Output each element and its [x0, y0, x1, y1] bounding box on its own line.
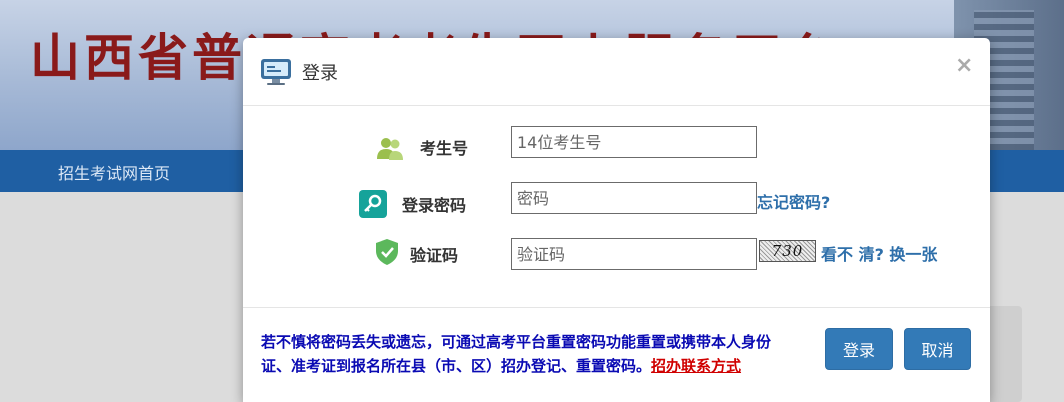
modal-header: 登录 × [243, 38, 990, 106]
captcha-input[interactable] [511, 238, 757, 270]
captcha-label: 验证码 [410, 246, 459, 265]
password-input[interactable] [511, 182, 757, 214]
login-modal: 登录 × 考生号 登录密码 忘记密码? 验证码 730 看不 清? 换一张 若不… [243, 38, 990, 402]
modal-title: 登录 [302, 63, 338, 84]
forgot-password-link[interactable]: 忘记密码? [757, 189, 830, 213]
key-icon [359, 190, 387, 218]
close-button[interactable]: × [955, 53, 973, 78]
password-notice: 若不慎将密码丢失或遗忘，可通过高考平台重置密码功能重置或携带本人身份 证、准考证… [261, 330, 801, 378]
footer-divider [243, 307, 990, 308]
users-icon [377, 138, 403, 160]
password-label: 登录密码 [402, 196, 467, 215]
office-contact-link[interactable]: 招办联系方式 [651, 357, 741, 375]
exam-id-label: 考生号 [420, 139, 469, 158]
monitor-icon [261, 59, 291, 85]
login-button[interactable]: 登录 [825, 328, 893, 370]
cancel-button[interactable]: 取消 [904, 328, 971, 370]
nav-item-home[interactable]: 招生考试网首页 [58, 160, 170, 184]
captcha-image[interactable]: 730 [759, 240, 816, 262]
shield-check-icon [376, 239, 398, 265]
exam-id-input[interactable] [511, 126, 757, 158]
captcha-refresh-link[interactable]: 看不 清? 换一张 [821, 241, 937, 265]
